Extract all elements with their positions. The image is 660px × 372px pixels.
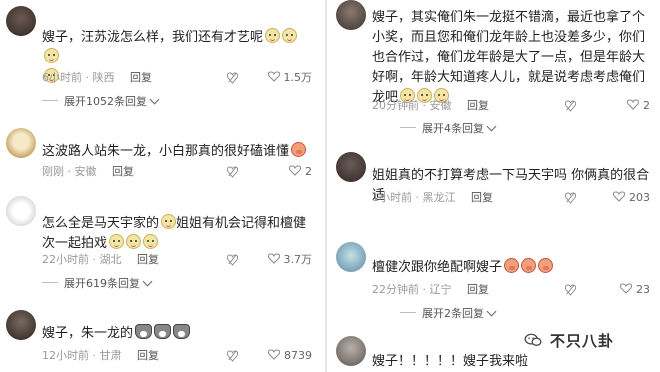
- comment-meta: 1小时前 · 黑龙江 回复 203: [372, 190, 650, 206]
- like-count: 1.5万: [283, 71, 313, 84]
- reply-button[interactable]: 回复: [467, 99, 489, 112]
- comment-time: 20分钟前: [372, 99, 419, 112]
- like-count: 23: [636, 283, 650, 296]
- comment-time: 1小时前: [372, 191, 412, 204]
- like-button[interactable]: 1.5万: [267, 70, 313, 86]
- dog-emoji-icon: [154, 324, 172, 339]
- comment-text: 这波路人站朱一龙，小白那真的很好磕谁懂: [42, 142, 312, 162]
- avatar[interactable]: [336, 336, 366, 366]
- comment-text: 嫂子，朱一龙的: [42, 324, 312, 344]
- like-button[interactable]: 2: [627, 98, 650, 114]
- comment-time: 22小时前: [42, 253, 89, 266]
- comment-meta: 6小时前 · 陕西 回复 1.5万: [42, 70, 313, 86]
- heart-icon: [627, 99, 639, 110]
- comment-text: 嫂子，其实俺们朱一龙挺不错滴，最近也拿了个小奖，而且您和俺们龙年龄上也没差多少，…: [372, 10, 646, 105]
- avatar[interactable]: [336, 0, 366, 30]
- avatar[interactable]: [6, 128, 36, 158]
- expand-replies-button[interactable]: 展开1052条回复: [42, 94, 160, 110]
- heart-icon: [613, 191, 625, 202]
- chevron-down-icon: [142, 276, 153, 287]
- reply-button[interactable]: 回复: [137, 349, 159, 362]
- dog-emoji-icon: [135, 324, 153, 339]
- like-button[interactable]: 3.7万: [267, 252, 313, 268]
- like-button[interactable]: 23: [620, 282, 650, 298]
- dog-emoji-icon: [173, 324, 191, 339]
- comment-location: 黑龙江: [422, 191, 456, 204]
- avatar[interactable]: [6, 196, 36, 226]
- comments-column-right: 嫂子，其实俺们朱一龙挺不错滴，最近也拿了个小奖，而且您和俺们龙年龄上也没差多少，…: [330, 0, 660, 372]
- like-count: 3.7万: [283, 253, 313, 266]
- dislike-icon[interactable]: [565, 191, 576, 204]
- sheep-emoji-icon: [44, 48, 59, 63]
- pig-emoji-icon: [538, 258, 554, 273]
- comment-text: 怎么全是马天宇家的 姐姐有机会记得和檀健次一起拍戏: [42, 214, 307, 251]
- like-button[interactable]: 203: [613, 190, 650, 206]
- like-count: 8739: [284, 349, 312, 362]
- watermark: 不只八卦: [550, 332, 615, 350]
- reply-button[interactable]: 回复: [467, 283, 489, 296]
- comment-location: 陕西: [92, 71, 115, 84]
- heart-icon: [268, 349, 280, 360]
- wechat-icon: [524, 333, 542, 346]
- reply-button[interactable]: 回复: [471, 191, 493, 204]
- column-divider: [325, 0, 327, 372]
- like-button[interactable]: 8739: [268, 348, 312, 364]
- comment-time: 12小时前: [42, 349, 89, 362]
- heart-icon: [289, 165, 301, 176]
- comment-location: 安徽: [74, 165, 97, 178]
- reply-button[interactable]: 回复: [130, 71, 152, 84]
- comment-location: 甘肃: [99, 349, 122, 362]
- sheep-emoji-icon: [282, 28, 298, 43]
- comment-time: 6小时前: [42, 71, 82, 84]
- comment-time: 刚刚: [42, 165, 64, 178]
- expand-replies-button[interactable]: 展开2条回复: [400, 306, 497, 322]
- heart-icon: [267, 71, 280, 82]
- comment-location: 辽宁: [429, 283, 452, 296]
- sheep-emoji-icon: [126, 234, 142, 249]
- sheep-emoji-icon: [161, 214, 177, 229]
- comment-meta: 12小时前 · 甘肃 回复 8739: [42, 348, 312, 364]
- heart-icon: [267, 253, 280, 264]
- dislike-icon[interactable]: [565, 283, 576, 296]
- dislike-icon[interactable]: [227, 349, 238, 362]
- comment-time: 22分钟前: [372, 283, 419, 296]
- avatar[interactable]: [336, 152, 366, 182]
- chevron-down-icon: [486, 306, 497, 317]
- reply-button[interactable]: 回复: [112, 165, 134, 178]
- dislike-icon[interactable]: [227, 253, 238, 266]
- comment-meta: 22小时前 · 湖北 回复 3.7万: [42, 252, 313, 268]
- sheep-emoji-icon: [143, 234, 159, 249]
- dislike-icon[interactable]: [227, 71, 238, 84]
- avatar[interactable]: [336, 242, 366, 272]
- pig-emoji-icon: [291, 142, 307, 157]
- expand-replies-button[interactable]: 展开4条回复: [400, 121, 497, 137]
- comment-text: 檀健次跟你绝配啊嫂子: [372, 258, 650, 278]
- comment-meta: 刚刚 · 安徽 回复 2: [42, 164, 312, 180]
- dislike-icon[interactable]: [227, 165, 238, 178]
- expand-replies-button[interactable]: 展开619条回复: [42, 276, 153, 292]
- sheep-emoji-icon: [109, 234, 125, 249]
- comment-location: 湖北: [99, 253, 122, 266]
- dislike-icon[interactable]: [565, 99, 576, 112]
- like-count: 2: [305, 165, 312, 178]
- pig-emoji-icon: [521, 258, 537, 273]
- pig-emoji-icon: [504, 258, 520, 273]
- comment-text: 嫂子！！！！！嫂子我来啦: [372, 354, 529, 369]
- reply-button[interactable]: 回复: [137, 253, 159, 266]
- heart-icon: [620, 283, 632, 294]
- like-count: 2: [643, 99, 650, 112]
- comment-location: 安徽: [429, 99, 452, 112]
- comment-meta: 22分钟前 · 辽宁 回复 23: [372, 282, 650, 298]
- avatar[interactable]: [6, 6, 36, 36]
- chevron-down-icon: [149, 94, 160, 105]
- avatar[interactable]: [6, 310, 36, 340]
- comment-meta: 20分钟前 · 安徽 回复 2: [372, 98, 650, 114]
- like-count: 203: [629, 191, 650, 204]
- comments-column-left: 嫂子，汪苏泷怎么样，我们还有才艺呢 6小时前 · 陕西 回复 1.5万 展开10…: [0, 0, 322, 372]
- chevron-down-icon: [486, 121, 497, 132]
- like-button[interactable]: 2: [289, 164, 312, 180]
- sheep-emoji-icon: [265, 28, 281, 43]
